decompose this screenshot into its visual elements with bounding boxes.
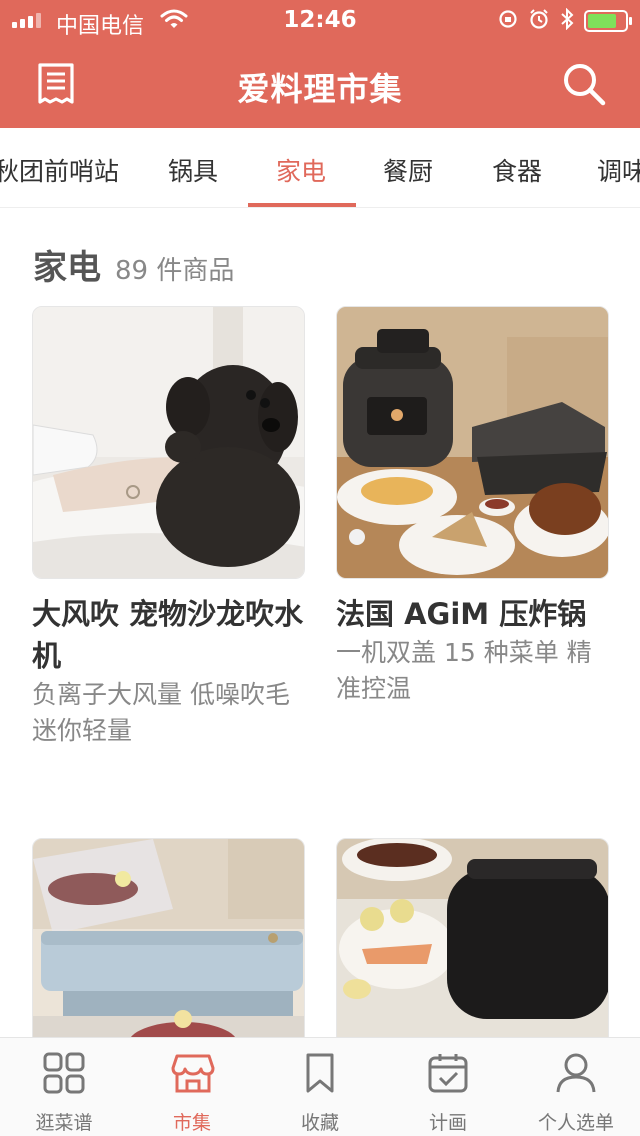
- product-name[interactable]: 法国 AGiM 压炸锅: [336, 593, 609, 635]
- tabbar-item-market[interactable]: 市集: [128, 1038, 256, 1136]
- tabbar-label: 个人选单: [537, 1112, 614, 1134]
- tabbar-label: 计画: [428, 1112, 467, 1134]
- category-tabs: 秋团前哨站 锅具 家电 餐厨 食器 调味: [0, 128, 640, 208]
- tab-preview-station[interactable]: 秋团前哨站: [0, 152, 119, 188]
- person-icon: [556, 1053, 596, 1093]
- tabbar-item-plan[interactable]: 计画: [384, 1038, 512, 1136]
- section-title: 家电: [33, 248, 101, 288]
- tabbar-label: 市集: [172, 1112, 211, 1134]
- bluetooth-icon: [560, 7, 574, 34]
- alarm-icon: [528, 8, 550, 34]
- product-count: 89 件商品: [115, 256, 235, 286]
- shop-icon: [171, 1054, 215, 1093]
- tabbar-label: 收藏: [300, 1112, 339, 1134]
- product-card[interactable]: 法国 AGiM 压炸锅 一机双盖 15 种菜单 精准控温: [336, 306, 609, 707]
- product-desc: 一机双盖 15 种菜单 精准控温: [336, 638, 592, 703]
- calendar-check-icon: [428, 1054, 468, 1093]
- rotation-lock-icon: [498, 9, 518, 33]
- tab-seasoning[interactable]: 调味: [597, 152, 640, 188]
- section-heading: 家电 89 件商品: [33, 240, 234, 289]
- product-card[interactable]: 大风吹 宠物沙龙吹水机 负离子大风量 低噪吹毛 迷你轻量: [32, 306, 305, 749]
- page-title: 爱料理市集: [237, 70, 403, 108]
- product-name[interactable]: 大风吹 宠物沙龙吹水机: [32, 593, 305, 677]
- bottom-tab-bar: 逛菜谱 市集 收藏 计画 个人选单: [0, 1037, 640, 1136]
- tab-tableware[interactable]: 食器: [492, 152, 542, 188]
- nav-bar: 爱料理市集: [0, 40, 640, 128]
- active-tab-indicator: [248, 203, 356, 207]
- tabbar-item-recipes[interactable]: 逛菜谱: [0, 1038, 128, 1136]
- battery-icon: [584, 10, 632, 32]
- tabbar-item-favorites[interactable]: 收藏: [256, 1038, 384, 1136]
- search-button[interactable]: [562, 62, 606, 106]
- product-image-pet-dryer[interactable]: [32, 306, 305, 579]
- search-icon: [564, 64, 606, 106]
- tabbar-label: 逛菜谱: [35, 1112, 93, 1134]
- status-bar: 中国电信 12:46: [0, 0, 640, 40]
- product-desc: 负离子大风量 低噪吹毛 迷你轻量: [32, 680, 290, 745]
- tab-kitchen[interactable]: 餐厨: [383, 152, 433, 188]
- bookmark-icon: [306, 1053, 334, 1093]
- grid-icon: [43, 1052, 85, 1094]
- tab-cookware[interactable]: 锅具: [168, 152, 218, 188]
- product-image-pressure-fryer[interactable]: [336, 306, 609, 579]
- tab-appliances[interactable]: 家电: [276, 152, 326, 188]
- tabbar-item-profile[interactable]: 个人选单: [512, 1038, 640, 1136]
